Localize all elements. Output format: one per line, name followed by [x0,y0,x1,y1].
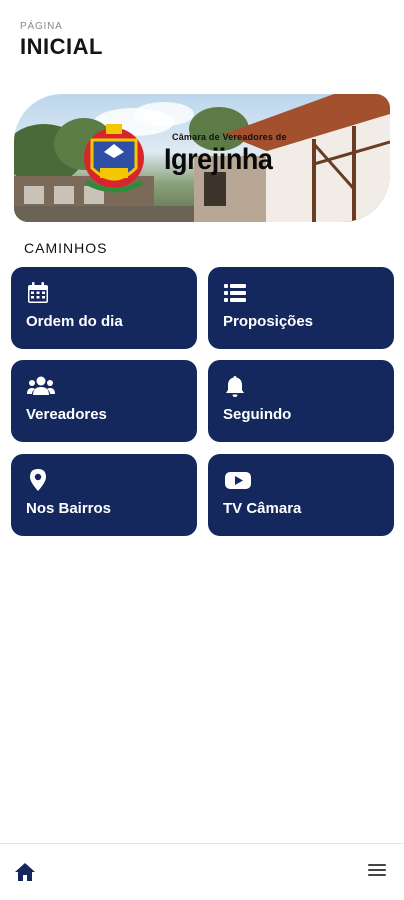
banner-image: Câmara de Vereadores de Igrejinha [14,94,390,222]
tile-label: Seguindo [223,406,292,423]
bottom-nav [0,843,404,900]
tile-seguindo[interactable]: Seguindo [208,360,394,442]
tile-label: Ordem do dia [26,313,123,330]
tile-label: Vereadores [26,406,107,423]
map-pin-icon [30,469,46,491]
section-caminhos: CAMINHOS [24,240,108,256]
youtube-icon [225,472,251,489]
list-icon [224,284,246,302]
banner-title: Igrejinha [164,143,273,176]
page-title: INICIAL [20,34,103,59]
tile-label: Proposições [223,313,314,330]
calendar-icon [28,282,48,303]
tile-label: Nos Bairros [26,500,112,517]
page-header: PÁGINA INICIAL [20,21,103,60]
tile-tv-camara[interactable]: TV Câmara [208,454,394,536]
tile-ordem-do-dia[interactable]: Ordem do dia [11,267,197,349]
home-icon[interactable] [14,862,36,882]
tile-proposicoes[interactable]: Proposições [208,267,394,349]
users-icon [27,376,55,395]
banner-subtitle: Câmara de Vereadores de [172,132,287,142]
tile-label: TV Câmara [223,500,302,517]
tile-vereadores[interactable]: Vereadores [11,360,197,442]
tile-nos-bairros[interactable]: Nos Bairros [11,454,197,536]
bell-icon [226,376,244,397]
page-supertitle: PÁGINA [20,21,63,32]
menu-icon[interactable] [367,862,387,878]
